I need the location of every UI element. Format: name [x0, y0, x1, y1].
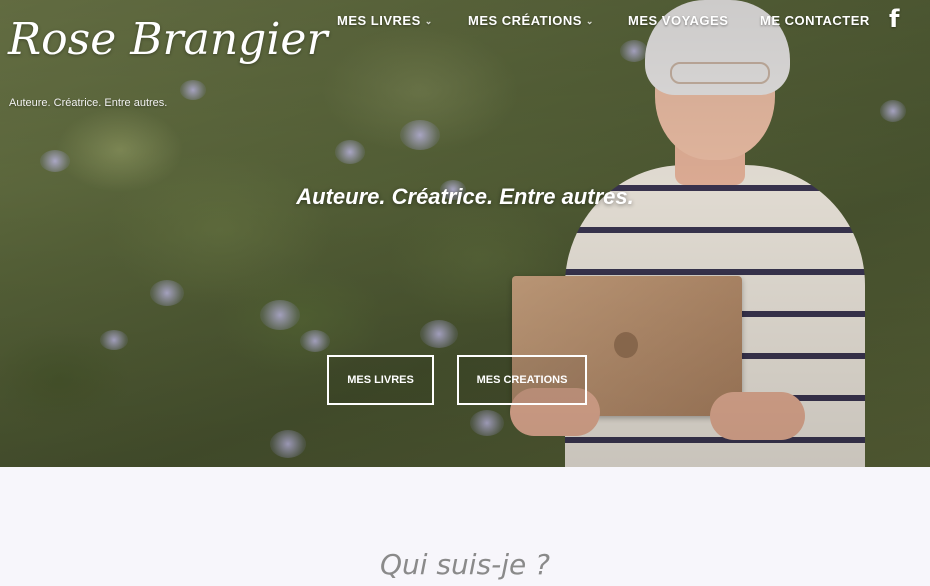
mes-livres-button[interactable]: MES LIVRES: [327, 355, 434, 405]
section-title: Qui suis-je ?: [379, 548, 551, 581]
nav-item-mes-livres[interactable]: MES LIVRES ⌄: [337, 13, 433, 28]
nav-item-mes-creations[interactable]: MES CRÉATIONS ⌄: [468, 13, 594, 28]
nav-item-label: MES LIVRES: [337, 13, 421, 28]
nav-item-label: ME CONTACTER: [760, 13, 870, 28]
nav-item-label: MES CRÉATIONS: [468, 13, 582, 28]
nav-item-me-contacter[interactable]: ME CONTACTER: [760, 13, 870, 28]
facebook-icon[interactable]: f: [889, 7, 905, 31]
nav-item-mes-voyages[interactable]: MES VOYAGES: [628, 13, 728, 28]
nav-item-label: MES VOYAGES: [628, 13, 729, 28]
mes-creations-button[interactable]: MES CREATIONS: [457, 355, 587, 405]
chevron-down-icon: ⌄: [585, 16, 594, 26]
site-tagline: Auteure. Créatrice. Entre autres.: [9, 97, 168, 109]
hero-title: Auteure. Créatrice. Entre autres.: [296, 184, 634, 209]
chevron-down-icon: ⌄: [424, 16, 433, 26]
site-logo[interactable]: Rose Brangier: [8, 14, 327, 65]
